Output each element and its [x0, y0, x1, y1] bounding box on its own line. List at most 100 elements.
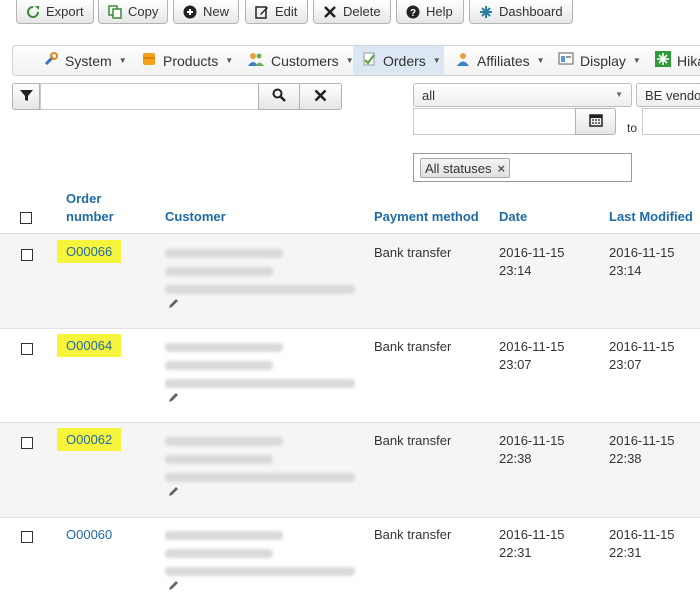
table-row: O00062 Bank transfer 2016-11-15 22:38 20…: [0, 423, 700, 517]
display-icon: [558, 51, 574, 70]
menu-orders-label: Orders: [383, 52, 426, 69]
edit-icon: [255, 5, 269, 19]
menu-products[interactable]: Products ▼: [141, 46, 233, 75]
chevron-down-icon: ▼: [118, 56, 127, 65]
menu-orders[interactable]: Orders ▼: [353, 46, 444, 75]
menu-affiliates-label: Affiliates: [477, 52, 530, 69]
menu-hika[interactable]: Hika: [655, 46, 700, 75]
edit-customer-icon[interactable]: [168, 391, 180, 403]
order-date: 2016-11-15: [499, 527, 565, 542]
chevron-down-icon: ▼: [615, 90, 623, 99]
status-tag-label: All statuses: [425, 160, 492, 176]
chevron-down-icon: ▼: [632, 56, 641, 65]
search-button[interactable]: [258, 83, 300, 110]
edit-customer-icon[interactable]: [168, 485, 180, 497]
new-label: New: [203, 4, 230, 19]
status-filter[interactable]: All statuses ×: [413, 153, 632, 182]
order-date: 2016-11-15: [499, 245, 565, 260]
filter-toggle-button[interactable]: [12, 83, 40, 110]
export-label: Export: [46, 4, 84, 19]
affiliates-icon: [455, 51, 471, 70]
table-row: O00066 Bank transfer 2016-11-15 23:14 20…: [0, 234, 700, 328]
order-number-link[interactable]: O00066: [57, 240, 122, 263]
remove-tag-icon[interactable]: ×: [497, 161, 505, 176]
orders-icon: [361, 51, 377, 70]
vendor-select-value: BE vendo: [645, 87, 700, 103]
copy-button[interactable]: Copy: [98, 0, 168, 24]
header-last-modified[interactable]: Last Modified: [609, 208, 693, 226]
row-checkbox[interactable]: [21, 343, 33, 355]
vendor-select[interactable]: BE vendo: [636, 83, 700, 107]
menu-display[interactable]: Display ▼: [558, 46, 641, 75]
table-row: O00064 Bank transfer 2016-11-15 23:07 20…: [0, 329, 700, 422]
chevron-down-icon: ▼: [225, 56, 234, 65]
copy-icon: [108, 4, 122, 19]
edit-button[interactable]: Edit: [245, 0, 308, 24]
header-customer[interactable]: Customer: [165, 208, 226, 226]
modified-date: 2016-11-15: [609, 527, 675, 542]
close-icon: [314, 89, 327, 105]
tools-icon: [43, 51, 59, 70]
row-checkbox[interactable]: [21, 249, 33, 261]
order-number-link[interactable]: O00064: [57, 334, 122, 357]
close-icon: [323, 5, 337, 19]
clear-search-button[interactable]: [299, 83, 342, 110]
order-number-link[interactable]: O00062: [57, 428, 122, 451]
plus-circle-icon: [183, 5, 197, 19]
menu-system[interactable]: System ▼: [43, 46, 127, 75]
to-label: to: [627, 121, 638, 135]
payment-method: Bank transfer: [374, 339, 452, 354]
copy-label: Copy: [128, 4, 159, 19]
order-time: 22:38: [499, 451, 532, 466]
status-tag: All statuses ×: [420, 158, 511, 178]
date-from-input[interactable]: [413, 108, 576, 135]
modified-date: 2016-11-15: [609, 433, 675, 448]
menu-customers[interactable]: Customers ▼: [247, 46, 354, 75]
edit-label: Edit: [275, 4, 298, 19]
payment-method: Bank transfer: [374, 245, 452, 260]
search-input[interactable]: [40, 83, 259, 110]
order-date: 2016-11-15: [499, 339, 565, 354]
new-button[interactable]: New: [173, 0, 239, 24]
dashboard-button[interactable]: Dashboard: [469, 0, 573, 24]
select-all-checkbox[interactable]: [20, 212, 32, 224]
modified-date: 2016-11-15: [609, 245, 675, 260]
calendar-icon: [588, 113, 603, 130]
help-label: Help: [426, 4, 453, 19]
hika-icon: [655, 51, 671, 70]
export-icon: [26, 5, 40, 19]
edit-customer-icon[interactable]: [168, 579, 180, 591]
modified-date: 2016-11-15: [609, 339, 675, 354]
date-from-calendar-button[interactable]: [575, 108, 616, 135]
order-number-link[interactable]: O00060: [66, 527, 112, 542]
menu-customers-label: Customers: [271, 52, 339, 69]
filter-icon: [19, 89, 33, 105]
help-icon: ?: [406, 5, 420, 19]
main-menu-bar: System ▼ Products ▼ Customers ▼ Orders ▼ Aff…: [12, 45, 700, 76]
edit-customer-icon[interactable]: [168, 297, 180, 309]
menu-products-label: Products: [163, 52, 219, 69]
row-checkbox[interactable]: [21, 437, 33, 449]
delete-button[interactable]: Delete: [313, 0, 391, 24]
menu-affiliates[interactable]: Affiliates ▼: [455, 46, 545, 75]
dashboard-icon: [479, 5, 493, 19]
row-checkbox[interactable]: [21, 531, 33, 543]
help-button[interactable]: ? Help: [396, 0, 464, 24]
chevron-down-icon: ▼: [432, 56, 441, 65]
order-time: 22:31: [499, 545, 532, 560]
header-order-number[interactable]: Order number: [66, 190, 136, 226]
export-button[interactable]: Export: [16, 0, 94, 24]
header-date[interactable]: Date: [499, 208, 527, 226]
delete-label: Delete: [343, 4, 381, 19]
modified-time: 23:07: [609, 357, 642, 372]
type-select-value: all: [422, 87, 436, 103]
type-select[interactable]: all ▼: [413, 83, 632, 107]
table-row: O00060 Bank transfer 2016-11-15 22:31 20…: [0, 518, 700, 601]
customers-icon: [247, 51, 265, 70]
date-to-input[interactable]: [642, 108, 700, 135]
payment-method: Bank transfer: [374, 527, 452, 542]
payment-method: Bank transfer: [374, 433, 452, 448]
order-time: 23:07: [499, 357, 532, 372]
menu-system-label: System: [65, 52, 112, 69]
header-payment-method[interactable]: Payment method: [374, 208, 479, 226]
